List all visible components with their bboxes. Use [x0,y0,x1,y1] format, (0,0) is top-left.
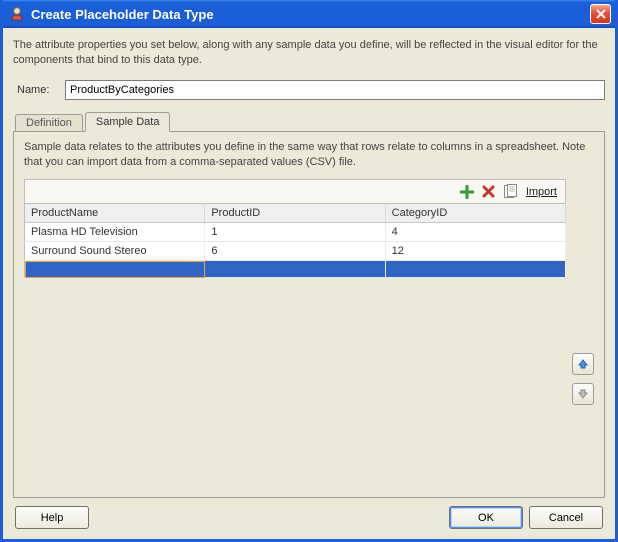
table-cell[interactable]: 6 [205,242,385,261]
delete-icon [482,185,495,198]
tab-description: Sample data relates to the attributes yo… [24,140,594,170]
title-bar: Create Placeholder Data Type [3,0,615,28]
tab-strip: Definition Sample Data [13,112,605,132]
ok-button[interactable]: OK [449,506,523,529]
close-icon [596,9,606,19]
name-input[interactable] [65,80,605,100]
window-title: Create Placeholder Data Type [31,7,590,22]
import-button-icon[interactable] [502,183,520,201]
add-row-button[interactable] [458,183,476,201]
plus-icon [460,185,474,199]
app-icon [9,6,25,22]
table-cell[interactable]: 1 [205,223,385,242]
dialog-body: The attribute properties you set below, … [3,28,615,539]
table-cell[interactable]: 4 [385,223,565,242]
table-cell[interactable] [205,261,385,278]
move-down-button[interactable] [572,383,594,405]
table-header-row: ProductName ProductID CategoryID [25,204,566,223]
reorder-arrows [572,179,594,489]
table-cell[interactable]: Surround Sound Stereo [25,242,205,261]
tab-sample-data-label: Sample Data [96,116,160,128]
table-row[interactable]: Surround Sound Stereo612 [25,242,566,261]
move-up-button[interactable] [572,353,594,375]
table-row[interactable] [25,261,566,278]
dialog-window: Create Placeholder Data Type The attribu… [0,0,618,542]
arrow-down-icon [577,388,589,400]
name-row: Name: [13,80,605,100]
table-row[interactable]: Plasma HD Television14 [25,223,566,242]
tab-panel: Sample data relates to the attributes yo… [13,131,605,498]
table-cell[interactable] [25,261,205,278]
table-cell[interactable] [385,261,565,278]
table-toolbar: Import [24,179,566,203]
col-categoryid[interactable]: CategoryID [385,204,565,223]
import-file-icon [503,184,518,199]
col-productname[interactable]: ProductName [25,204,205,223]
table-cell[interactable]: 12 [385,242,565,261]
tab-definition-label: Definition [26,117,72,129]
tab-sample-data[interactable]: Sample Data [85,112,171,132]
close-button[interactable] [590,4,611,24]
table-cell[interactable]: Plasma HD Television [25,223,205,242]
name-label: Name: [13,84,65,96]
intro-text: The attribute properties you set below, … [13,38,605,68]
import-link[interactable]: Import [524,186,563,198]
dialog-footer: Help OK Cancel [13,498,605,531]
table-area: Import ProductName ProductID CategoryID … [24,179,594,489]
cancel-button[interactable]: Cancel [529,506,603,529]
table-empty-area [24,278,566,489]
arrow-up-icon [577,358,589,370]
help-button[interactable]: Help [15,506,89,529]
delete-row-button[interactable] [480,183,498,201]
table-wrap: Import ProductName ProductID CategoryID … [24,179,566,489]
col-productid[interactable]: ProductID [205,204,385,223]
sample-data-table[interactable]: ProductName ProductID CategoryID Plasma … [24,203,566,278]
